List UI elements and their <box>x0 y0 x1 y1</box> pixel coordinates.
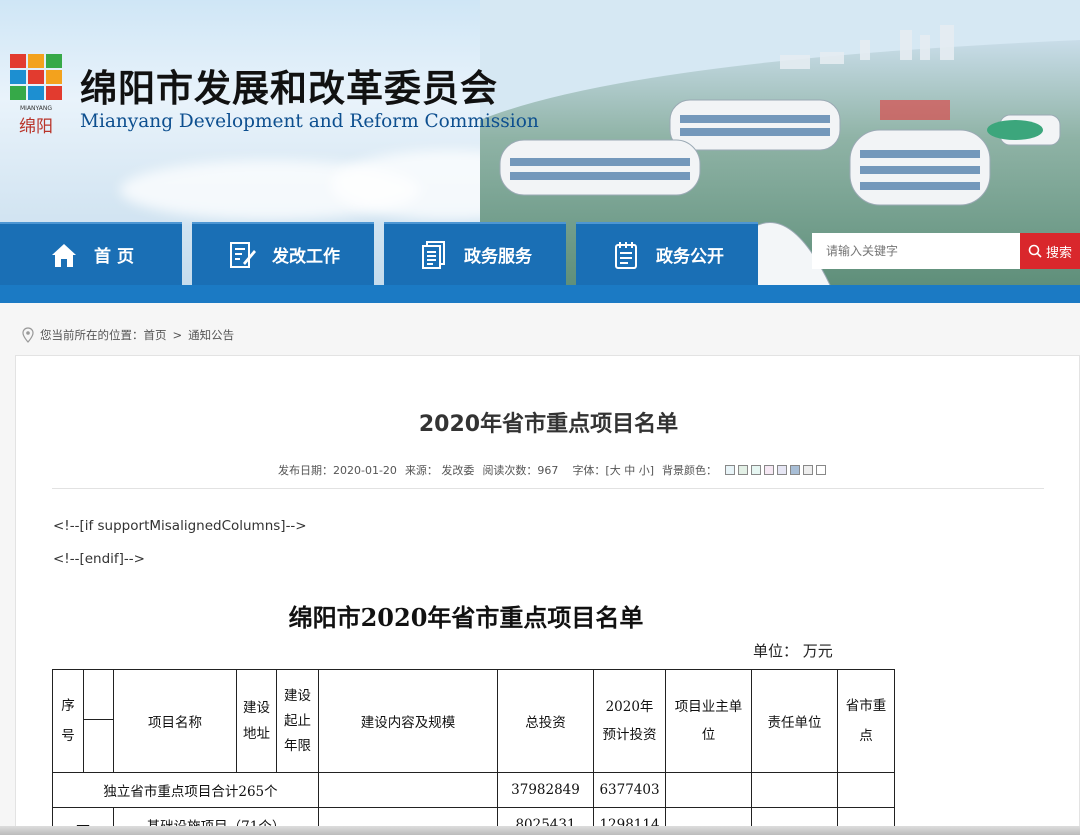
header-seq: 序号 <box>52 669 84 773</box>
font-size-selector[interactable]: 字体：[大 中 小] <box>572 462 654 478</box>
bg-swatch[interactable] <box>777 465 788 475</box>
row-plan2020: 6377403 <box>593 772 666 808</box>
nav-work[interactable]: 发改工作 <box>192 222 374 285</box>
breadcrumb-separator: > <box>172 328 183 342</box>
nav-home[interactable]: 首 页 <box>0 222 182 285</box>
header-owner: 项目业主单位 <box>665 669 752 773</box>
row-cell <box>837 772 895 808</box>
logo: MIANYANG 绵阳 <box>10 54 62 137</box>
nav-service[interactable]: 政务服务 <box>384 222 566 285</box>
search-button[interactable]: 搜索 <box>1020 233 1080 269</box>
notepad-icon <box>615 241 637 269</box>
divider <box>52 488 1044 489</box>
bg-color-label: 背景颜色： <box>662 464 718 477</box>
table-row: 独立省市重点项目合计265个 37982849 6377403 <box>52 772 895 808</box>
search-box: 搜索 <box>812 233 1080 269</box>
bg-swatch[interactable] <box>764 465 775 475</box>
site-title: 绵阳市发展和改革委员会 <box>80 67 498 110</box>
status-strip <box>0 826 1080 835</box>
nav-work-label: 发改工作 <box>272 247 340 267</box>
breadcrumb-current-link[interactable]: 通知公告 <box>188 327 234 343</box>
project-table: 序号 项目名称 建设地址 建设起止年限 建设内容及规模 总投资 2020年预计投… <box>52 669 895 835</box>
search-icon <box>1028 244 1042 258</box>
row-total: 37982849 <box>497 772 594 808</box>
breadcrumb-prefix: 您当前所在的位置： <box>40 328 144 342</box>
row-cell <box>751 772 838 808</box>
article-title: 2020年省市重点项目名单 <box>418 412 679 437</box>
article-source: 来源： 发改委 <box>404 464 475 477</box>
html-comment-text: <!--[if supportMisalignedColumns]--> <box>53 518 307 534</box>
publish-date: 发布日期：2020-01-20 <box>278 464 397 477</box>
header-total: 总投资 <box>497 669 594 773</box>
article-panel: 2020年省市重点项目名单 发布日期：2020-01-20 来源： 发改委 阅读… <box>15 355 1080 835</box>
header-responsible: 责任单位 <box>751 669 838 773</box>
unit-label: 单位： 万元 <box>753 642 833 660</box>
bg-swatch[interactable] <box>738 465 749 475</box>
edit-document-icon <box>230 241 256 268</box>
header-name: 项目名称 <box>113 669 237 773</box>
article-meta: 发布日期：2020-01-20 来源： 发改委 阅读次数：967 字体：[大 中… <box>278 462 827 478</box>
header-period: 建设起止年限 <box>276 669 319 773</box>
breadcrumb: 您当前所在的位置： 首页 > 通知公告 <box>22 327 234 343</box>
header-blank <box>83 719 114 773</box>
bg-swatch[interactable] <box>803 465 814 475</box>
header-blank <box>83 669 114 720</box>
row-cell <box>665 772 752 808</box>
bg-swatch[interactable] <box>725 465 736 475</box>
files-icon <box>422 240 445 269</box>
nav-home-label: 首 页 <box>94 247 134 267</box>
bg-swatch[interactable] <box>816 465 827 475</box>
nav-open[interactable]: 政务公开 <box>576 222 758 285</box>
home-icon <box>52 243 77 267</box>
header-location: 建设地址 <box>236 669 277 773</box>
search-input[interactable] <box>812 233 1020 269</box>
svg-text:MIANYANG: MIANYANG <box>20 105 52 112</box>
html-comment-text: <!--[endif]--> <box>53 551 145 567</box>
location-pin-icon <box>22 327 34 343</box>
search-button-label: 搜索 <box>1045 245 1072 261</box>
bg-swatch[interactable] <box>790 465 801 475</box>
header-level: 省市重点 <box>837 669 895 773</box>
main-content: 您当前所在的位置： 首页 > 通知公告 2020年省市重点项目名单 发布日期：2… <box>0 303 1080 835</box>
nav-open-label: 政务公开 <box>656 247 724 267</box>
view-count: 阅读次数：967 <box>482 464 559 477</box>
row-cell <box>318 772 498 808</box>
header-plan2020: 2020年预计投资 <box>593 669 666 773</box>
svg-text:绵阳: 绵阳 <box>19 117 53 137</box>
site-subtitle: Mianyang Development and Reform Commissi… <box>80 111 539 132</box>
nav-underline <box>0 285 1080 303</box>
document-title: 绵阳市2020年省市重点项目名单 <box>288 603 644 632</box>
breadcrumb-home-link[interactable]: 首页 <box>144 327 167 343</box>
row-label: 独立省市重点项目合计265个 <box>52 772 319 808</box>
bg-swatch[interactable] <box>751 465 762 475</box>
bg-color-swatches <box>725 465 827 475</box>
nav-service-label: 政务服务 <box>464 247 532 267</box>
header-content: 建设内容及规模 <box>318 669 498 773</box>
